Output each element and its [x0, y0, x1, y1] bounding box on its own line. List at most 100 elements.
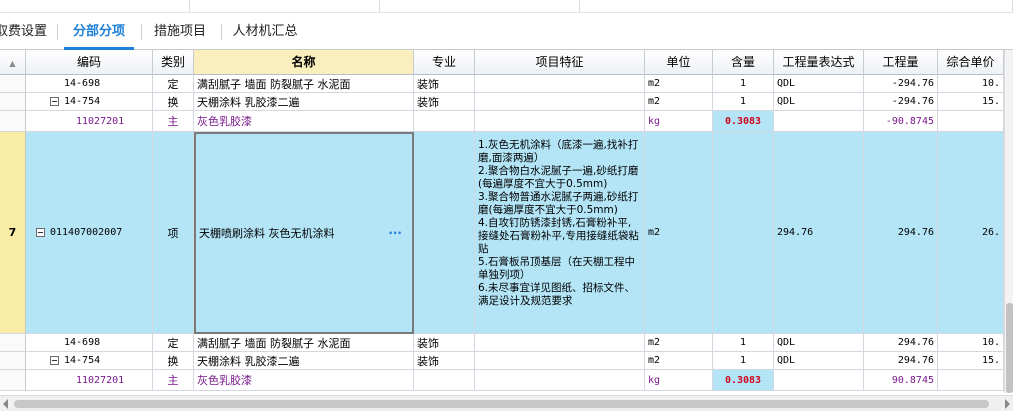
specialty-cell[interactable]: 装饰: [414, 93, 475, 111]
unit-price-cell[interactable]: [938, 370, 1004, 391]
table-row[interactable]: 11027201 主 灰色乳胶漆 kg 0.3083 90.8745: [0, 370, 1004, 391]
unit-price-cell[interactable]: 26.: [938, 132, 1004, 334]
collapse-icon[interactable]: [50, 356, 59, 365]
tab-labor-material-summary[interactable]: 人材机汇总: [226, 13, 304, 50]
specialty-cell[interactable]: 装饰: [414, 75, 475, 93]
horizontal-scroll-thumb[interactable]: [14, 400, 989, 408]
unit-price-cell[interactable]: 15.: [938, 352, 1004, 370]
specialty-cell[interactable]: [414, 111, 475, 132]
name-cell[interactable]: 灰色乳胶漆: [194, 111, 414, 132]
column-header-specialty[interactable]: 专业: [414, 50, 475, 75]
column-header-features[interactable]: 项目特征: [475, 50, 645, 75]
unit-price-cell[interactable]: 10.: [938, 334, 1004, 352]
code-cell[interactable]: 14-698: [26, 334, 153, 352]
name-cell[interactable]: 满刮腻子 墙面 防裂腻子 水泥面: [194, 75, 414, 93]
content-cell[interactable]: 1: [713, 93, 774, 111]
features-cell[interactable]: 1.灰色无机涂料（底漆一遍,找补打磨,面漆两遍） 2.聚合物白水泥腻子一遍,砂纸打…: [475, 132, 645, 334]
expression-cell[interactable]: 294.76: [774, 132, 864, 334]
content-cell[interactable]: 1: [713, 352, 774, 370]
table-row[interactable]: 14-754 换 天棚涂料 乳胶漆二遍 装饰 m2 1 QDL 294.76 1…: [0, 352, 1004, 370]
expression-cell[interactable]: [774, 370, 864, 391]
unit-price-cell[interactable]: [938, 111, 1004, 132]
unit-cell[interactable]: m2: [645, 75, 713, 93]
category-cell[interactable]: 定: [153, 75, 194, 93]
name-cell[interactable]: 满刮腻子 墙面 防裂腻子 水泥面: [194, 334, 414, 352]
category-cell[interactable]: 换: [153, 352, 194, 370]
table-row[interactable]: 14-698 定 满刮腻子 墙面 防裂腻子 水泥面 装饰 m2 1 QDL -2…: [0, 75, 1004, 93]
scroll-left-icon[interactable]: [3, 399, 8, 409]
content-cell[interactable]: [713, 132, 774, 334]
vertical-scroll-thumb[interactable]: [1006, 303, 1013, 393]
column-header-expression[interactable]: 工程量表达式: [774, 50, 864, 75]
column-header-name[interactable]: 名称: [194, 50, 414, 75]
quantity-cell[interactable]: 294.76: [864, 132, 938, 334]
name-edit-cell[interactable]: 天棚喷刷涂料 灰色无机涂料 ···: [194, 132, 414, 334]
features-cell[interactable]: [475, 75, 645, 93]
column-header-unit[interactable]: 单位: [645, 50, 713, 75]
code-cell[interactable]: 11027201: [26, 370, 153, 391]
column-header-code[interactable]: 编码: [26, 50, 153, 75]
quantity-cell[interactable]: 90.8745: [864, 370, 938, 391]
collapse-icon[interactable]: [36, 228, 45, 237]
code-cell[interactable]: 11027201: [26, 111, 153, 132]
unit-price-cell[interactable]: 10.: [938, 75, 1004, 93]
expression-cell[interactable]: QDL: [774, 75, 864, 93]
name-cell[interactable]: 天棚涂料 乳胶漆二遍: [194, 93, 414, 111]
quantity-cell[interactable]: -294.76: [864, 93, 938, 111]
unit-cell[interactable]: m2: [645, 334, 713, 352]
quantity-cell[interactable]: 294.76: [864, 352, 938, 370]
expression-cell[interactable]: QDL: [774, 334, 864, 352]
unit-cell[interactable]: m2: [645, 132, 713, 334]
collapse-icon[interactable]: [50, 97, 59, 106]
horizontal-scrollbar[interactable]: [0, 395, 1013, 411]
expression-cell[interactable]: QDL: [774, 352, 864, 370]
specialty-cell[interactable]: [414, 370, 475, 391]
features-cell[interactable]: [475, 111, 645, 132]
content-cell[interactable]: 1: [713, 334, 774, 352]
table-row[interactable]: 14-754 换 天棚涂料 乳胶漆二遍 装饰 m2 1 QDL -294.76 …: [0, 93, 1004, 111]
unit-price-cell[interactable]: 15.: [938, 93, 1004, 111]
tab-fee-settings[interactable]: 取费设置: [0, 13, 54, 50]
specialty-cell[interactable]: 装饰: [414, 334, 475, 352]
scroll-right-icon[interactable]: [1005, 399, 1010, 409]
category-cell[interactable]: 定: [153, 334, 194, 352]
category-cell[interactable]: 换: [153, 93, 194, 111]
content-cell[interactable]: 1: [713, 75, 774, 93]
features-cell[interactable]: [475, 370, 645, 391]
scroll-up-icon[interactable]: ▲: [9, 59, 15, 68]
code-cell[interactable]: 14-754: [26, 93, 153, 111]
features-cell[interactable]: [475, 93, 645, 111]
tab-measures[interactable]: 措施项目: [146, 13, 214, 50]
column-header-unit-price[interactable]: 综合单价: [938, 50, 1004, 75]
unit-cell[interactable]: kg: [645, 111, 713, 132]
tab-sub-items[interactable]: 分部分项: [62, 13, 136, 50]
code-cell[interactable]: 14-698: [26, 75, 153, 93]
features-cell[interactable]: [475, 334, 645, 352]
vertical-scrollbar[interactable]: [1004, 50, 1013, 393]
unit-cell[interactable]: m2: [645, 93, 713, 111]
code-cell[interactable]: 011407002007: [26, 132, 153, 334]
expression-cell[interactable]: [774, 111, 864, 132]
category-cell[interactable]: 主: [153, 370, 194, 391]
content-cell[interactable]: 0.3083: [713, 370, 774, 391]
quantity-cell[interactable]: -294.76: [864, 75, 938, 93]
name-cell[interactable]: 灰色乳胶漆: [194, 370, 414, 391]
quantity-cell[interactable]: -90.8745: [864, 111, 938, 132]
more-options-button[interactable]: ···: [388, 134, 402, 332]
content-cell[interactable]: 0.3083: [713, 111, 774, 132]
column-header-content[interactable]: 含量: [713, 50, 774, 75]
table-row[interactable]: 11027201 主 灰色乳胶漆 kg 0.3083 -90.8745: [0, 111, 1004, 132]
table-row[interactable]: 14-698 定 满刮腻子 墙面 防裂腻子 水泥面 装饰 m2 1 QDL 29…: [0, 334, 1004, 352]
code-cell[interactable]: 14-754: [26, 352, 153, 370]
specialty-cell[interactable]: 装饰: [414, 352, 475, 370]
quantity-cell[interactable]: 294.76: [864, 334, 938, 352]
unit-cell[interactable]: kg: [645, 370, 713, 391]
column-header-quantity[interactable]: 工程量: [864, 50, 938, 75]
table-row-selected[interactable]: 7 011407002007 项 天棚喷刷涂料 灰色无机涂料 ··· 1.灰色无…: [0, 132, 1004, 334]
name-cell[interactable]: 天棚涂料 乳胶漆二遍: [194, 352, 414, 370]
category-cell[interactable]: 主: [153, 111, 194, 132]
unit-cell[interactable]: m2: [645, 352, 713, 370]
features-cell[interactable]: [475, 352, 645, 370]
specialty-cell[interactable]: [414, 132, 475, 334]
expression-cell[interactable]: QDL: [774, 93, 864, 111]
